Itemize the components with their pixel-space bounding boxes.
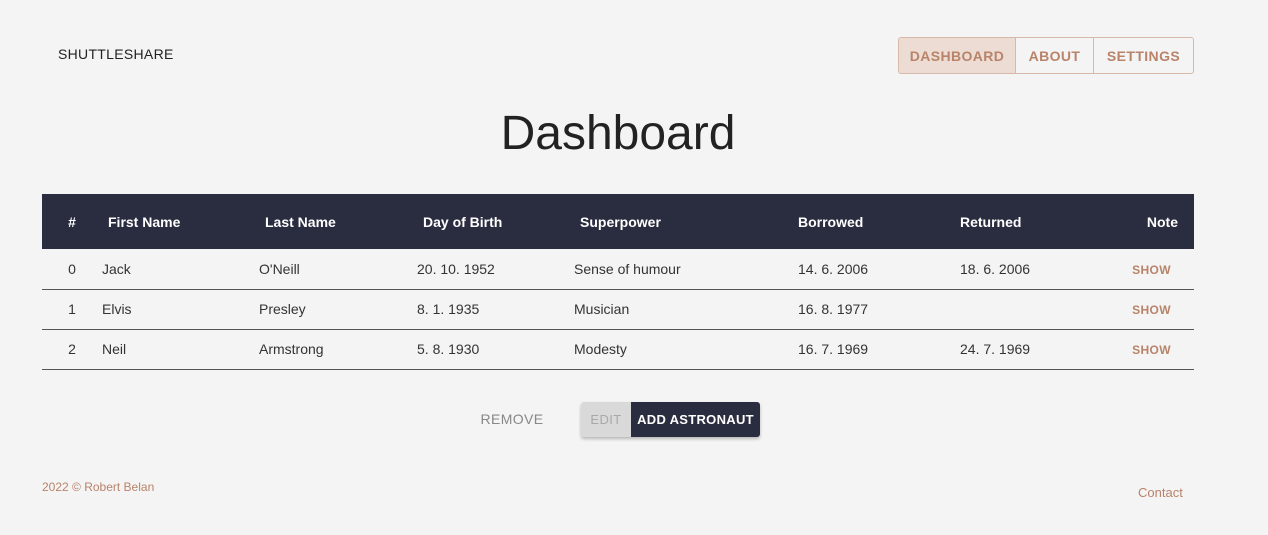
main-nav: DASHBOARD ABOUT SETTINGS bbox=[898, 37, 1194, 74]
table-row[interactable]: 0 Jack O'Neill 20. 10. 1952 Sense of hum… bbox=[42, 249, 1194, 289]
remove-button[interactable]: REMOVE bbox=[476, 404, 548, 434]
add-astronaut-button[interactable]: ADD ASTRONAUT bbox=[631, 402, 760, 437]
column-header-superpower: Superpower bbox=[580, 213, 661, 230]
cell-superpower: Modesty bbox=[574, 341, 627, 357]
cell-last-name: Armstrong bbox=[259, 341, 324, 357]
brand-logo[interactable]: SHUTTLESHARE bbox=[58, 46, 174, 62]
cell-note: SHOW bbox=[1094, 249, 1194, 289]
page-title: Dashboard bbox=[500, 107, 736, 160]
nav-dashboard-button[interactable]: DASHBOARD bbox=[899, 38, 1016, 73]
cell-returned: 24. 7. 1969 bbox=[960, 341, 1031, 357]
edit-button[interactable]: EDIT bbox=[581, 402, 631, 437]
cell-first-name: Elvis bbox=[102, 301, 132, 317]
astronauts-table: # First Name Last Name Day of Birth Supe… bbox=[42, 194, 1194, 370]
cell-last-name: O'Neill bbox=[259, 260, 300, 277]
show-note-button[interactable]: SHOW bbox=[1132, 343, 1171, 357]
cell-borrowed: 14. 6. 2006 bbox=[798, 260, 869, 277]
cell-superpower: Musician bbox=[574, 301, 630, 317]
cell-first-name: Jack bbox=[102, 260, 131, 277]
cell-borrowed: 16. 8. 1977 bbox=[798, 301, 869, 317]
cell-note: SHOW bbox=[1094, 289, 1194, 329]
show-note-button[interactable]: SHOW bbox=[1132, 303, 1171, 317]
cell-birth: 8. 1. 1935 bbox=[417, 301, 480, 317]
cell-returned: 18. 6. 2006 bbox=[960, 260, 1031, 277]
footer-contact-link[interactable]: Contact bbox=[1138, 485, 1183, 500]
cell-last-name: Presley bbox=[259, 301, 306, 317]
cell-superpower: Sense of humour bbox=[574, 260, 681, 277]
table-row[interactable]: 2 Neil Armstrong 5. 8. 1930 Modesty 16. … bbox=[42, 329, 1194, 369]
show-note-button[interactable]: SHOW bbox=[1132, 263, 1171, 277]
cell-note: SHOW bbox=[1094, 329, 1194, 369]
page: SHUTTLESHARE DASHBOARD ABOUT SETTINGS Da… bbox=[0, 0, 1268, 535]
table-header-row: # First Name Last Name Day of Birth Supe… bbox=[42, 194, 1194, 249]
cell-borrowed: 16. 7. 1969 bbox=[798, 341, 869, 357]
column-header-index: # bbox=[68, 213, 76, 230]
cell-index: 2 bbox=[68, 341, 76, 357]
edit-add-button-group: EDIT ADD ASTRONAUT bbox=[581, 402, 760, 437]
column-header-birth: Day of Birth bbox=[423, 213, 503, 230]
column-header-returned: Returned bbox=[960, 213, 1022, 230]
cell-birth: 20. 10. 1952 bbox=[417, 260, 495, 277]
nav-settings-button[interactable]: SETTINGS bbox=[1094, 38, 1193, 73]
column-header-borrowed: Borrowed bbox=[798, 213, 864, 230]
cell-index: 0 bbox=[68, 260, 76, 277]
column-header-note: Note bbox=[1146, 213, 1178, 230]
column-header-first-name: First Name bbox=[108, 213, 181, 230]
cell-first-name: Neil bbox=[102, 341, 127, 357]
column-header-last-name: Last Name bbox=[265, 213, 336, 230]
table-row[interactable]: 1 Elvis Presley 8. 1. 1935 Musician 16. … bbox=[42, 289, 1194, 329]
cell-birth: 5. 8. 1930 bbox=[417, 341, 480, 357]
footer-copyright: 2022 © Robert Belan bbox=[42, 480, 155, 494]
nav-about-button[interactable]: ABOUT bbox=[1016, 38, 1094, 73]
cell-returned bbox=[934, 289, 1094, 329]
cell-index: 1 bbox=[68, 301, 76, 317]
